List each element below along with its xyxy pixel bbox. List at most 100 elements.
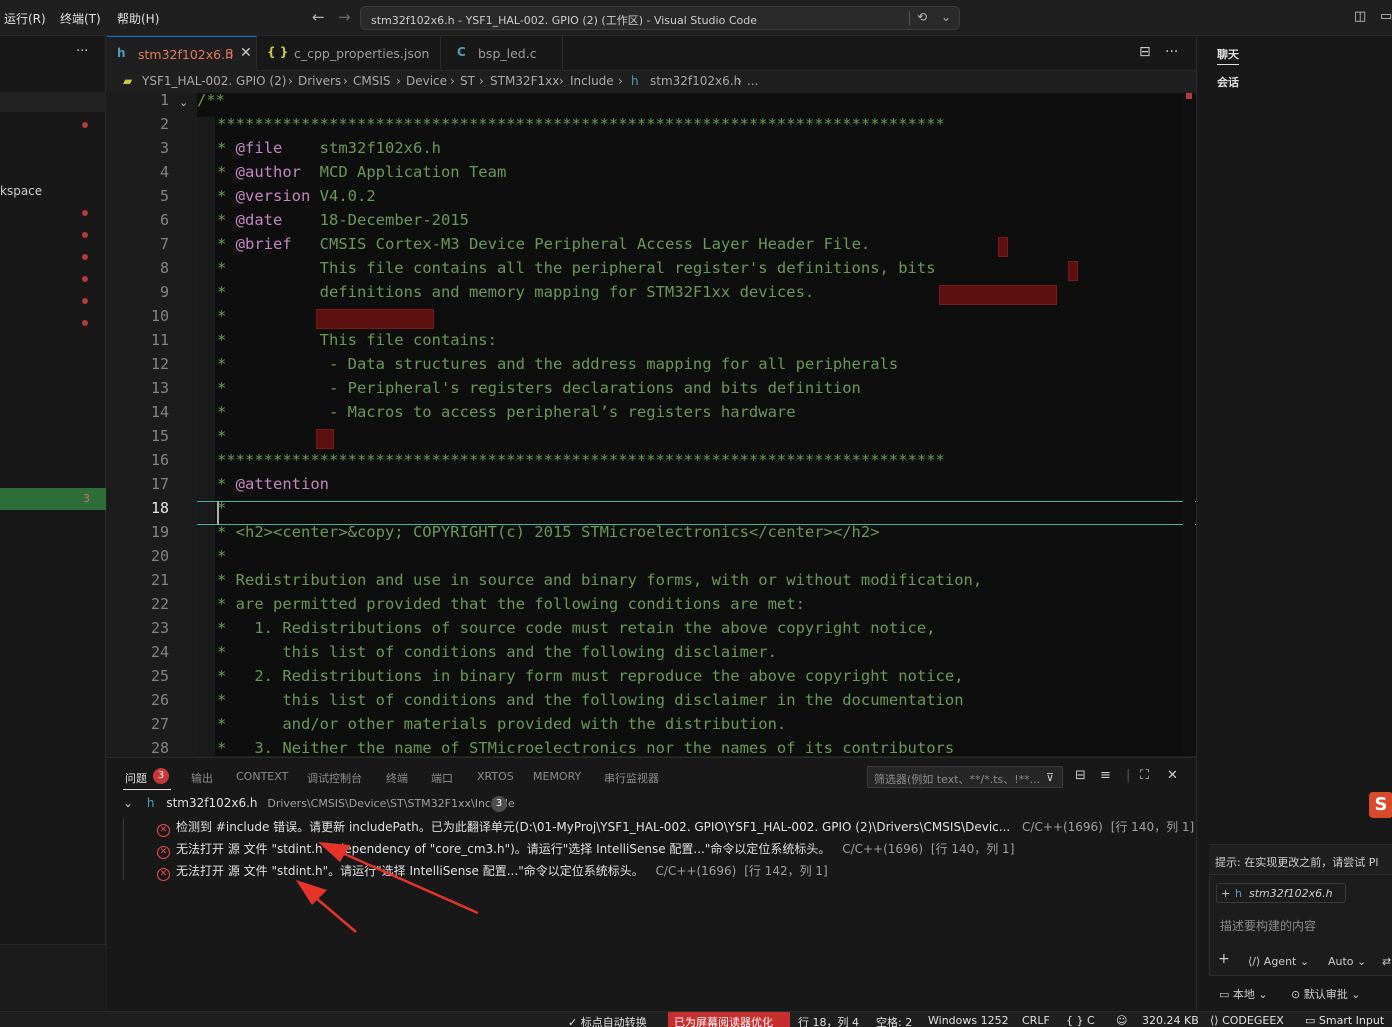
tab-terminal[interactable]: 终端 — [386, 770, 408, 786]
status-encoding[interactable]: Windows 1252 — [928, 1014, 1009, 1027]
more-actions-icon[interactable]: ··· — [76, 44, 88, 59]
back-arrow-icon[interactable]: ← — [312, 8, 325, 26]
code-area[interactable]: /** *************************************… — [197, 93, 1196, 756]
status-cursor-position[interactable]: 行 18，列 4 — [798, 1014, 859, 1027]
breadcrumb-item[interactable]: ST — [460, 74, 475, 88]
tab-xrtos[interactable]: XRTOS — [477, 770, 514, 783]
breadcrumb-item[interactable]: Device — [406, 74, 447, 88]
code-editor[interactable]: ⌄ 1 2 3 4 5 6 7 8 9 10 11 12 13 14 15 16 17 18 19 20 21 22 23 2… — [107, 93, 1196, 756]
local-dropdown[interactable]: ▭ 本地 ⌄ — [1219, 986, 1268, 1002]
tab-debug-console[interactable]: 调试控制台 — [307, 770, 362, 786]
menu-terminal[interactable]: 终端(T) — [60, 10, 101, 27]
code-line[interactable]: /** — [197, 93, 225, 115]
collapse-all-icon[interactable]: ⊟ — [1075, 768, 1086, 783]
code-line[interactable]: * @attention — [217, 475, 329, 499]
tab-bsp-led-c[interactable]: C bsp_led.c — [441, 36, 563, 71]
code-line[interactable]: * - Macros to access peripheral’s regist… — [217, 403, 796, 427]
editor-scrollbar[interactable] — [1183, 93, 1195, 756]
chat-input-box[interactable]: + h stm32f102x6.h 描述要构建的内容 + ⟨/⟩ Agent ⌄… — [1209, 874, 1392, 976]
breadcrumb-item[interactable]: ... — [747, 74, 758, 88]
status-file-size[interactable]: 320.24 KB — [1142, 1014, 1199, 1027]
smart-input-status[interactable]: ▭ Smart Input — [1305, 1014, 1384, 1027]
tab-stm32f102x6-h[interactable]: h stm32f102x6.h 3 ✕ — [107, 36, 257, 71]
copilot-icon[interactable]: ☺ — [1116, 1014, 1127, 1027]
code-line[interactable]: * Redistribution and use in source and b… — [217, 571, 982, 595]
status-eol[interactable]: CRLF — [1022, 1014, 1050, 1027]
model-dropdown[interactable]: Auto ⌄ — [1328, 955, 1366, 968]
chat-tab-title[interactable]: 聊天 — [1217, 46, 1239, 62]
code-line[interactable]: * @file stm32f102x6.h — [217, 139, 441, 163]
view-as-list-icon[interactable]: ≡ — [1100, 768, 1111, 783]
code-line[interactable]: * — [217, 499, 226, 523]
problems-file-group[interactable]: ⌄ h stm32f102x6.h Drivers\CMSIS\Device\S… — [123, 796, 515, 810]
add-icon[interactable]: + — [1218, 951, 1230, 967]
settings-icon[interactable]: ⇄ — [1382, 955, 1391, 968]
code-line[interactable]: * This file contains all the peripheral … — [217, 259, 936, 283]
chevron-down-icon[interactable]: ⌄ — [123, 796, 133, 810]
status-indentation[interactable]: 空格: 2 — [876, 1014, 912, 1027]
code-line[interactable]: ****************************************… — [217, 451, 945, 475]
chat-session-label[interactable]: 会话 — [1217, 74, 1239, 90]
chat-input-placeholder[interactable]: 描述要构建的内容 — [1220, 917, 1316, 934]
code-line[interactable]: * @author MCD Application Team — [217, 163, 506, 187]
layout-panel-icon[interactable]: ▭ — [1380, 9, 1392, 24]
tab-ports[interactable]: 端口 — [431, 770, 453, 786]
filter-icon[interactable]: ⊽ — [1046, 771, 1054, 784]
context-file-chip[interactable]: + h stm32f102x6.h — [1216, 883, 1346, 903]
codegeex-status[interactable]: ⟨⟩ CODEGEEX — [1210, 1014, 1284, 1027]
close-icon[interactable]: ✕ — [240, 45, 252, 61]
sidebar-section-header[interactable] — [0, 92, 106, 112]
add-icon[interactable]: + — [1221, 887, 1230, 900]
approval-dropdown[interactable]: ⊙ 默认审批 ⌄ — [1291, 986, 1360, 1002]
code-line[interactable]: * This file contains: — [217, 331, 497, 355]
tab-memory[interactable]: MEMORY — [533, 770, 581, 783]
code-line[interactable]: ****************************************… — [217, 115, 945, 139]
tab-serial-monitor[interactable]: 串行监视器 — [604, 770, 659, 786]
command-center[interactable]: stm32f102x6.h - YSF1_HAL-002. GPIO (2) (… — [360, 6, 960, 30]
breadcrumb-item[interactable]: STM32F1xx — [490, 74, 559, 88]
sidebar-bottom-section[interactable] — [0, 944, 106, 1011]
code-line[interactable]: * 1. Redistributions of source code must… — [217, 619, 936, 643]
breadcrumb-item[interactable]: YSF1_HAL-002. GPIO (2) — [142, 74, 286, 88]
code-line[interactable]: * and/or other materials provided with t… — [217, 715, 786, 739]
chevron-down-icon[interactable]: ⌄ — [941, 10, 951, 24]
workspace-label[interactable]: kspace — [0, 184, 42, 198]
layout-icon[interactable]: ◫ — [1354, 9, 1366, 24]
code-line[interactable]: * this list of conditions and the follow… — [217, 691, 964, 715]
sidebar-item-active-file[interactable]: 3 — [0, 488, 106, 510]
code-line[interactable]: * — [217, 427, 226, 451]
code-line[interactable]: * 2. Redistributions in binary form must… — [217, 667, 964, 691]
code-line[interactable]: * - Data structures and the address mapp… — [217, 355, 898, 379]
menu-help[interactable]: 帮助(H) — [117, 10, 159, 27]
tab-context[interactable]: CONTEXT — [236, 770, 288, 783]
more-actions-icon[interactable]: ··· — [1165, 44, 1178, 60]
code-line[interactable]: * definitions and memory mapping for STM… — [217, 283, 814, 307]
breadcrumb-item[interactable]: Drivers — [298, 74, 341, 88]
problems-filter-input[interactable]: 筛选器(例如 text、**/*.ts、!**... ⊽ — [867, 766, 1063, 788]
breadcrumb-item[interactable]: CMSIS — [353, 74, 391, 88]
status-language[interactable]: C — [1087, 1014, 1095, 1027]
tab-output[interactable]: 输出 — [191, 770, 213, 786]
code-line[interactable]: * — [217, 547, 226, 571]
agent-mode-dropdown[interactable]: ⟨/⟩ Agent ⌄ — [1248, 955, 1309, 968]
tab-problems[interactable]: 问题 — [125, 770, 147, 786]
problem-row[interactable]: ✕ 无法打开 源 文件 "stdint.h" (dependency of "co… — [157, 840, 1014, 859]
code-line[interactable]: * - Peripheral's registers declarations … — [217, 379, 861, 403]
code-line[interactable]: * this list of conditions and the follow… — [217, 643, 777, 667]
screen-reader-badge[interactable]: 已为屏幕阅读器优化 — [668, 1012, 790, 1027]
copilot-icon[interactable]: ⟲ — [917, 10, 927, 24]
breadcrumb-item[interactable]: stm32f102x6.h — [650, 74, 741, 88]
forward-arrow-icon[interactable]: → — [338, 8, 351, 26]
code-line[interactable]: * — [217, 307, 226, 331]
tab-c-cpp-properties-json[interactable]: { } c_cpp_properties.json — [257, 36, 441, 71]
code-line[interactable]: * <h2><center>&copy; COPYRIGHT(c) 2015 S… — [217, 523, 880, 547]
problem-row[interactable]: ✕ 检测到 #include 错误。请更新 includePath。已为此翻译单元… — [157, 818, 1194, 837]
status-autoswitch[interactable]: ✓ 标点自动转换 — [568, 1014, 647, 1027]
chevron-down-icon[interactable]: ⌄ — [179, 96, 188, 109]
problem-row[interactable]: ✕ 无法打开 源 文件 "stdint.h"。请运行"选择 IntelliSens… — [157, 862, 828, 881]
breadcrumb-item[interactable]: Include — [570, 74, 614, 88]
close-icon[interactable]: ✕ — [1167, 768, 1178, 783]
code-line[interactable]: * @brief CMSIS Cortex-M3 Device Peripher… — [217, 235, 870, 259]
code-line[interactable]: * @date 18-December-2015 — [217, 211, 469, 235]
code-line[interactable]: * 3. Neither the name of STMicroelectron… — [217, 739, 954, 756]
